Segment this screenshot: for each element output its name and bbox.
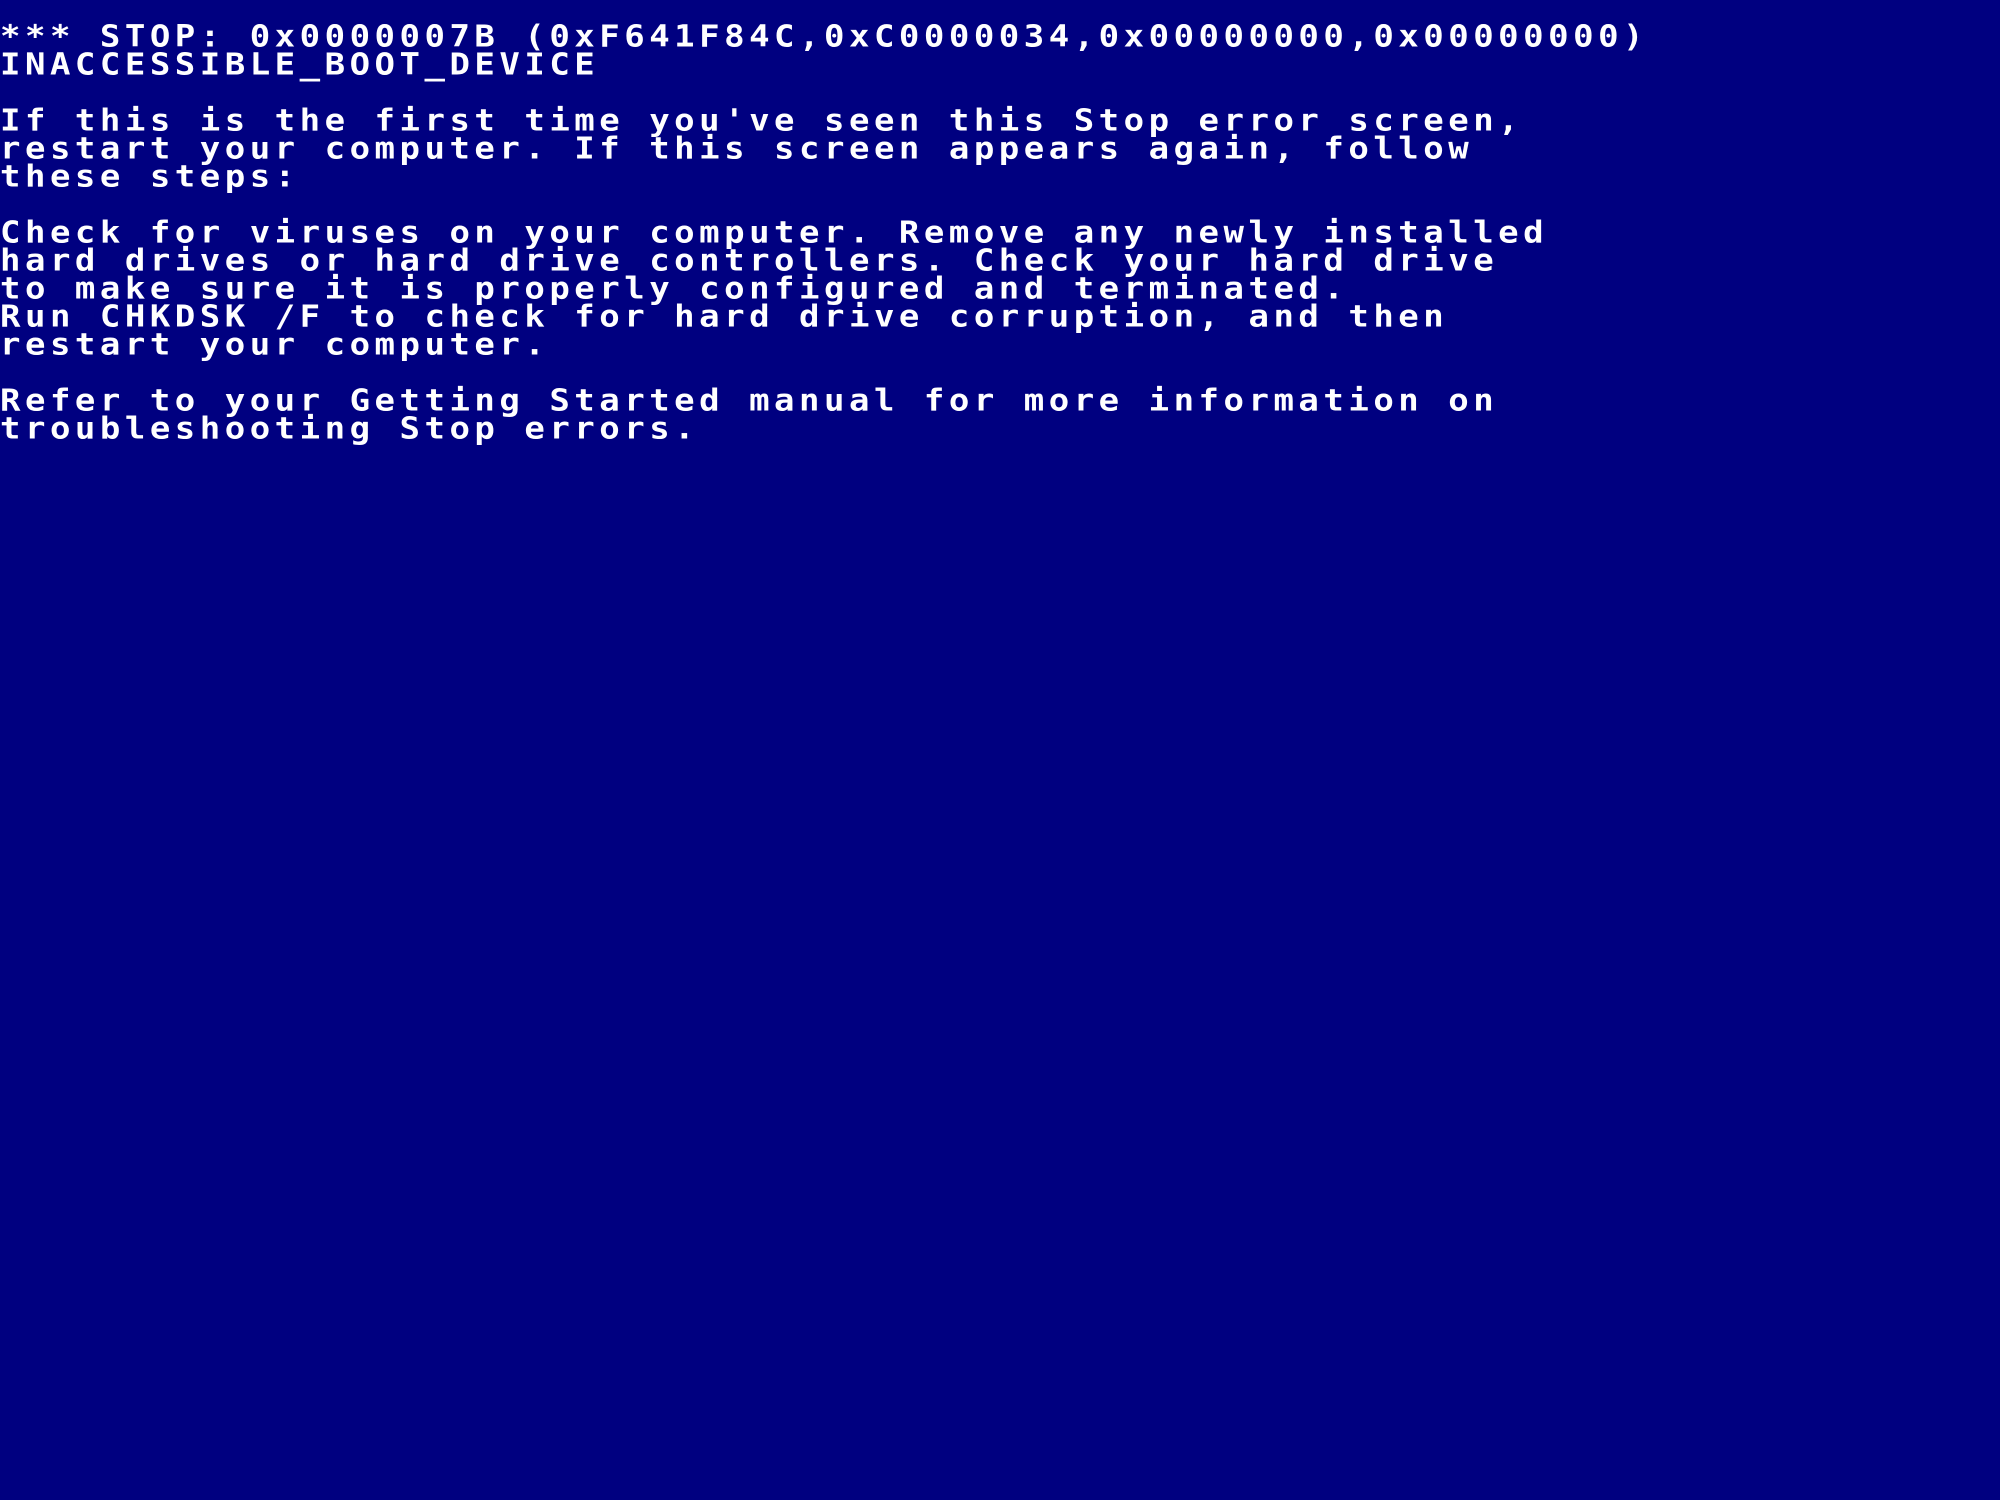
first-time-paragraph: If this is the first time you've seen th… [0, 102, 2000, 195]
text-line: Run CHKDSK /F to check for hard drive co… [0, 298, 1449, 335]
refer-manual-paragraph: Refer to your Getting Started manual for… [0, 382, 2000, 447]
text-line: Refer to your Getting Started manual for… [0, 382, 1499, 419]
text-line: troubleshooting Stop errors. [0, 410, 700, 447]
text-line: hard drives or hard drive controllers. C… [0, 242, 1499, 279]
bsod-screen: *** STOP: 0x0000007B (0xF641F84C,0xC0000… [0, 18, 2000, 447]
text-line: restart your computer. If this screen ap… [0, 130, 1474, 167]
stop-code-name: INACCESSIBLE_BOOT_DEVICE [0, 46, 600, 83]
stop-code-line: *** STOP: 0x0000007B (0xF641F84C,0xC0000… [0, 18, 1649, 55]
text-line: to make sure it is properly configured a… [0, 270, 1349, 307]
text-line: restart your computer. [0, 326, 550, 363]
text-line: these steps: [0, 158, 300, 195]
text-line: If this is the first time you've seen th… [0, 102, 1524, 139]
troubleshooting-steps-paragraph: Check for viruses on your computer. Remo… [0, 214, 2000, 363]
text-line: Check for viruses on your computer. Remo… [0, 214, 1549, 251]
